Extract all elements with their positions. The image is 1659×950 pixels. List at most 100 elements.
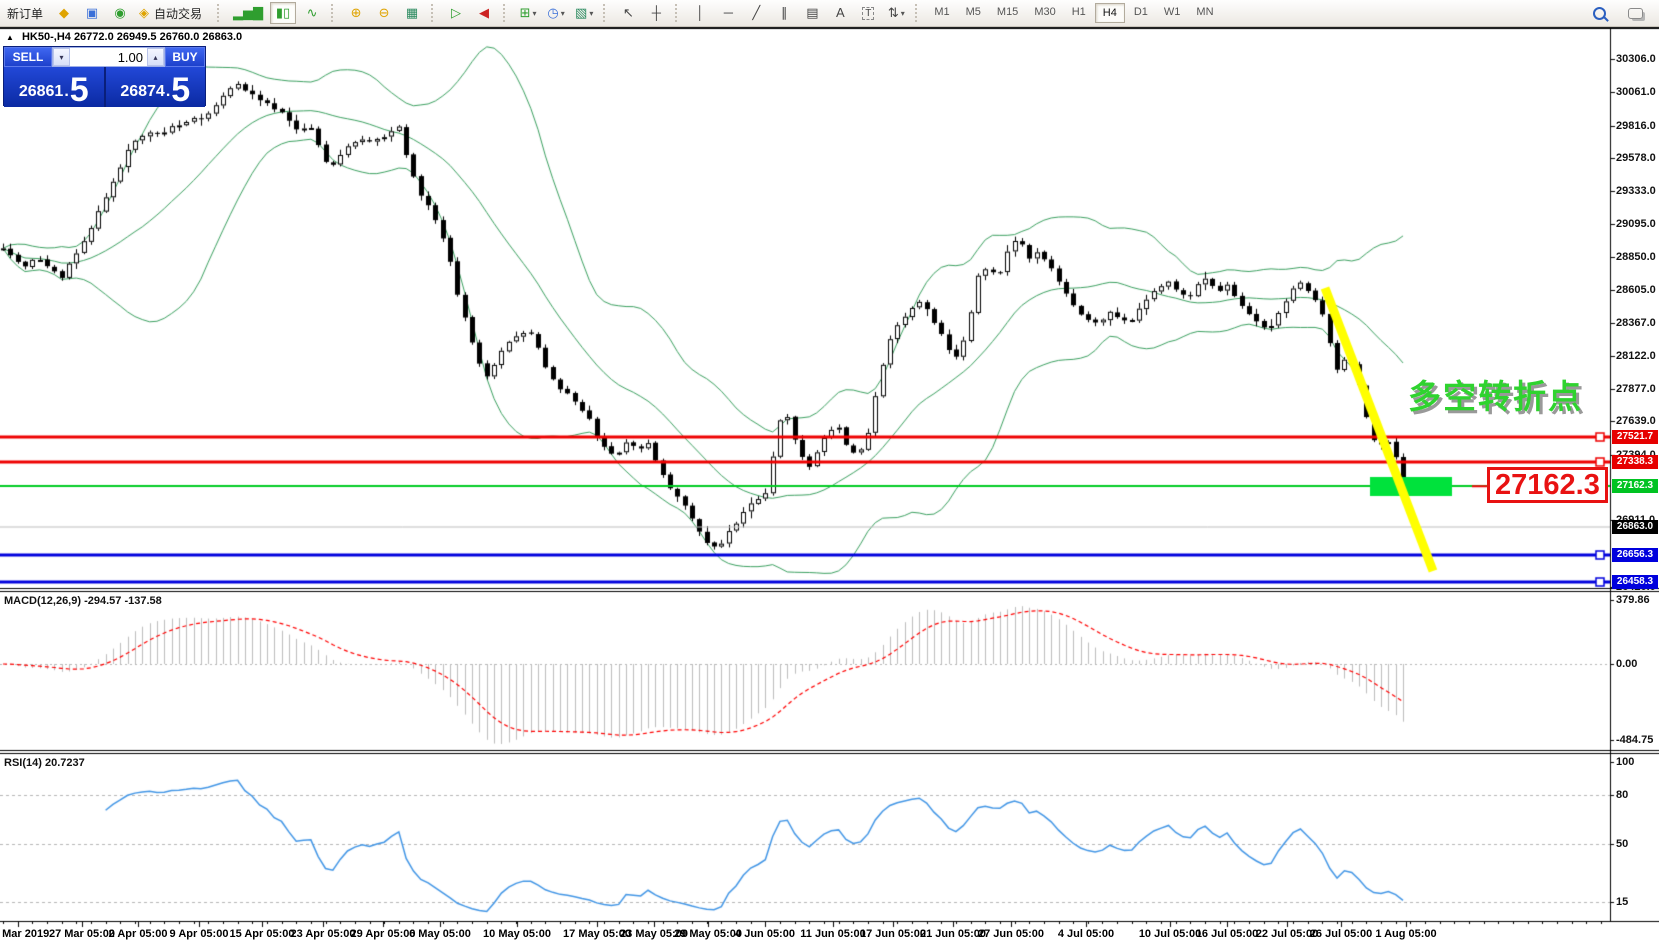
horizontal-line-icon[interactable]: ─ bbox=[724, 3, 733, 23]
time-tick-label: 15 Apr 05:00 bbox=[229, 928, 294, 940]
time-tick-label: 1 Aug 05:00 bbox=[1375, 928, 1436, 940]
toolbar-separator bbox=[603, 4, 609, 22]
time-tick-label: 21 Mar 2019 bbox=[0, 928, 49, 940]
time-tick-label: 4 Jul 05:00 bbox=[1058, 928, 1114, 940]
time-tick-label: 21 Jun 05:00 bbox=[920, 928, 986, 940]
text-icon[interactable]: A bbox=[836, 3, 845, 23]
rsi-tick-label: 100 bbox=[1616, 756, 1634, 768]
toolbar-separator bbox=[503, 4, 509, 22]
buy-price-main: 26874 bbox=[120, 79, 165, 105]
timeframe-h1[interactable]: H1 bbox=[1065, 3, 1093, 21]
fibonacci-icon[interactable]: ▤ bbox=[806, 3, 818, 23]
chart-header: ▲ HK50-,H4 26772.0 26949.5 26760.0 26863… bbox=[6, 31, 242, 43]
time-tick-label: 29 May 05:00 bbox=[674, 928, 742, 940]
volume-decrease-button[interactable]: ▾ bbox=[53, 48, 70, 66]
sell-price-main: 26861 bbox=[19, 79, 64, 105]
autotrade-button[interactable]: 自动交易 bbox=[149, 5, 207, 22]
macd-tick-label: 0.00 bbox=[1616, 658, 1637, 670]
timeframe-m1[interactable]: M1 bbox=[927, 3, 956, 21]
timeframe-h4[interactable]: H4 bbox=[1095, 3, 1125, 23]
gold-icon[interactable]: ◆ bbox=[59, 3, 69, 23]
price-line-badge: 27521.7 bbox=[1612, 430, 1658, 444]
buy-price-button[interactable]: 26874 . 5 bbox=[106, 67, 206, 107]
price-line-badge: 26863.0 bbox=[1612, 520, 1658, 534]
timeframe-mn[interactable]: MN bbox=[1189, 3, 1220, 21]
chart-shift-icon[interactable]: ▷ bbox=[451, 3, 461, 23]
timeframe-d1[interactable]: D1 bbox=[1127, 3, 1155, 21]
price-line-badge: 27162.3 bbox=[1612, 479, 1658, 493]
price-chart-canvas[interactable] bbox=[0, 0, 1659, 950]
buy-button[interactable]: BUY bbox=[165, 47, 205, 67]
autotrade-icon[interactable]: ◈ bbox=[139, 3, 149, 23]
rsi-tick-label: 15 bbox=[1616, 896, 1628, 908]
time-tick-label: 4 Jun 05:00 bbox=[735, 928, 795, 940]
timeframe-m5[interactable]: M5 bbox=[959, 3, 988, 21]
time-tick-label: 16 Jul 05:00 bbox=[1196, 928, 1258, 940]
symbol-ohlc-info: HK50-,H4 26772.0 26949.5 26760.0 26863.0 bbox=[22, 31, 242, 43]
price-callout-label[interactable]: 27162.3 bbox=[1487, 467, 1608, 503]
time-tick-label: 23 Apr 05:00 bbox=[290, 928, 355, 940]
time-tick-label: 2 Apr 05:00 bbox=[109, 928, 168, 940]
zoom-in-icon[interactable]: ⊕ bbox=[351, 3, 362, 23]
chevron-down-icon[interactable]: ▾ bbox=[589, 9, 593, 18]
new-order-button[interactable]: 新订单 bbox=[2, 3, 48, 23]
signal-icon[interactable]: ◉ bbox=[114, 3, 125, 23]
line-chart-icon[interactable]: ∿ bbox=[307, 3, 318, 23]
rsi-tick-label: 80 bbox=[1616, 789, 1628, 801]
rsi-indicator-label: RSI(14) 20.7237 bbox=[4, 757, 85, 769]
price-tick-label: 29816.0 bbox=[1616, 120, 1656, 132]
time-tick-label: 10 Jul 05:00 bbox=[1139, 928, 1201, 940]
timeframe-group: M1M5M15M30H1H4D1W1MN bbox=[926, 3, 1221, 23]
buy-price-dot: . bbox=[166, 79, 170, 105]
sell-price-dot: . bbox=[64, 79, 68, 105]
rsi-tick-label: 50 bbox=[1616, 838, 1628, 850]
collapse-panel-icon[interactable]: ▲ bbox=[6, 33, 14, 42]
toolbar-separator bbox=[431, 4, 437, 22]
time-tick-label: 10 May 05:00 bbox=[483, 928, 551, 940]
price-line-badge: 26458.3 bbox=[1612, 575, 1658, 589]
timeframe-m15[interactable]: M15 bbox=[990, 3, 1025, 21]
chat-icon[interactable] bbox=[1628, 8, 1643, 19]
chevron-down-icon[interactable]: ▾ bbox=[901, 9, 905, 18]
text-label-icon[interactable]: T bbox=[862, 7, 874, 20]
time-tick-label: 26 Jul 05:00 bbox=[1310, 928, 1372, 940]
time-tick-label: 29 Apr 05:00 bbox=[350, 928, 415, 940]
sell-price-button[interactable]: 26861 . 5 bbox=[4, 67, 106, 107]
toolbar-separator bbox=[331, 4, 337, 22]
period-icon[interactable]: ◷ bbox=[547, 3, 558, 23]
price-tick-label: 27639.0 bbox=[1616, 415, 1656, 427]
sell-button[interactable]: SELL bbox=[4, 47, 52, 67]
bar-chart-icon[interactable]: ▂▅▇ bbox=[233, 3, 263, 23]
volume-increase-button[interactable]: ▴ bbox=[147, 48, 164, 66]
vertical-line-icon[interactable]: │ bbox=[696, 3, 704, 23]
time-tick-label: 17 Jun 05:00 bbox=[860, 928, 926, 940]
timeframe-w1[interactable]: W1 bbox=[1157, 3, 1188, 21]
toolbar-separator bbox=[675, 4, 681, 22]
channel-icon[interactable]: ∥ bbox=[781, 3, 788, 23]
crosshair-icon[interactable]: ┼ bbox=[652, 3, 661, 23]
price-tick-label: 30306.0 bbox=[1616, 53, 1656, 65]
time-tick-label: 27 Jun 05:00 bbox=[978, 928, 1044, 940]
macd-tick-label: -484.75 bbox=[1616, 734, 1653, 746]
arrows-icon[interactable]: ⇅ bbox=[888, 3, 899, 23]
price-line-badge: 27338.3 bbox=[1612, 455, 1658, 469]
auto-scroll-icon[interactable]: ◀ bbox=[479, 3, 489, 23]
volume-input[interactable]: 1.00 bbox=[70, 48, 147, 66]
candlestick-chart-icon[interactable]: ▮▯ bbox=[276, 3, 290, 23]
metaeditor-icon[interactable]: ▣ bbox=[86, 3, 98, 23]
new-chart-icon[interactable]: ⊞ bbox=[520, 3, 531, 23]
zoom-out-icon[interactable]: ⊖ bbox=[379, 3, 390, 23]
chart-text-annotation[interactable]: 多空转折点 bbox=[1408, 370, 1583, 418]
indicators-icon[interactable]: ▧ bbox=[575, 3, 587, 23]
mt4-terminal-window: 新订单 ◆ ▣ ◉ ◈ 自动交易 ▂▅▇ ▮▯ ∿ ⊕ ⊖ ▦ ▷ ◀ ⊞ ▾ … bbox=[0, 0, 1659, 950]
price-tick-label: 27877.0 bbox=[1616, 383, 1656, 395]
chevron-down-icon[interactable]: ▾ bbox=[561, 9, 565, 18]
search-icon[interactable] bbox=[1593, 7, 1606, 20]
chevron-down-icon[interactable]: ▾ bbox=[532, 9, 536, 18]
timeframe-m30[interactable]: M30 bbox=[1027, 3, 1062, 21]
cursor-icon[interactable]: ↖ bbox=[623, 3, 634, 23]
trendline-icon[interactable]: ╱ bbox=[752, 3, 760, 23]
price-tick-label: 28605.0 bbox=[1616, 284, 1656, 296]
tile-windows-icon[interactable]: ▦ bbox=[406, 3, 418, 23]
macd-indicator-label: MACD(12,26,9) -294.57 -137.58 bbox=[4, 595, 162, 607]
